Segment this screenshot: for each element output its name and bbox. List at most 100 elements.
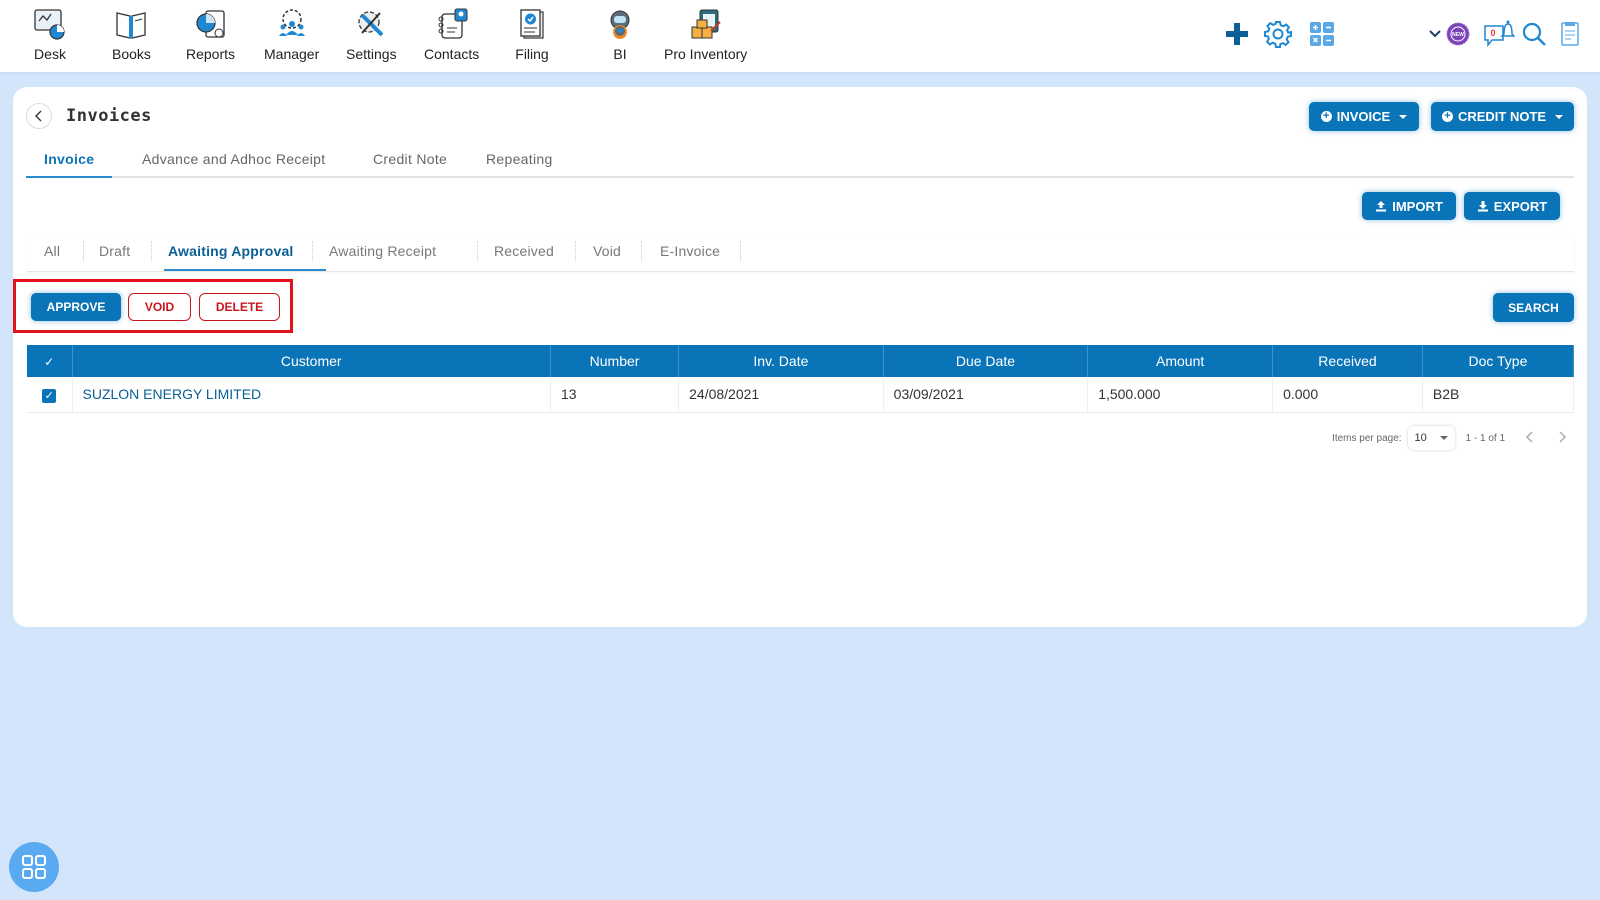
gear-icon[interactable] [1264,20,1292,48]
nav-bi[interactable]: BI [602,6,638,62]
plus-icon[interactable] [1223,20,1251,48]
document-icon[interactable] [1556,20,1584,48]
tab-separator [641,241,642,261]
inv-date-cell: 24/08/2021 [678,377,884,413]
button-label: EXPORT [1493,198,1548,214]
search-button[interactable]: SEARCH [1493,293,1574,322]
row-checkbox[interactable]: ✓ [42,388,57,403]
approve-button[interactable]: APPROVE [31,293,121,321]
filing-icon [514,6,550,42]
column-header-number[interactable]: Number [550,345,680,377]
tab-separator [575,241,576,261]
svg-text:NEW: NEW [1452,32,1464,38]
select-all-header: ✓ [27,345,73,377]
doc-type-cell: B2B [1422,377,1575,413]
nav-pro-inventory[interactable]: Pro Inventory [664,6,747,62]
page-range: 1 - 1 of 1 [1465,432,1505,444]
column-header-received[interactable]: Received [1272,345,1423,377]
chevron-left-icon [35,110,42,122]
tab-awaiting-receipt[interactable]: Awaiting Receipt [329,243,436,259]
nav-reports[interactable]: Reports [186,6,235,62]
previous-page-button[interactable] [1525,428,1535,449]
grid-icon [22,855,46,879]
tab-void[interactable]: Void [593,243,621,259]
nav-label: Pro Inventory [664,46,748,62]
apps-menu-button[interactable] [9,842,59,892]
top-navigation: Desk Books Reports Manager Settings Cont… [0,0,1600,72]
invoices-table: ✓ Customer Number Inv. Date Due Date Amo… [27,345,1575,413]
calculator-icon[interactable] [1308,20,1336,48]
void-button[interactable]: VOID [128,293,191,321]
tab-repeating[interactable]: Repeating [486,151,553,167]
search-icon[interactable] [1520,20,1548,48]
column-header-doc-type[interactable]: Doc Type [1422,345,1575,377]
chevron-right-icon [1559,430,1567,443]
button-label: IMPORT [1392,198,1443,214]
reports-icon [193,6,229,42]
tab-e-invoice[interactable]: E-Invoice [660,243,720,259]
select-all-checkbox[interactable]: ✓ [42,355,56,369]
bi-robot-icon [602,6,638,42]
column-header-inv-date[interactable]: Inv. Date [678,345,884,377]
number-cell: 13 [550,377,680,413]
items-per-page-select[interactable]: 10 [1408,426,1455,450]
nav-books[interactable]: Books [112,6,151,62]
nav-desk[interactable]: Desk [32,6,68,62]
tab-received[interactable]: Received [494,243,554,259]
nav-contacts[interactable]: Contacts [424,6,479,62]
upload-icon [1376,201,1387,212]
tab-separator [740,241,741,261]
nav-label: Manager [264,46,320,62]
items-per-page-label: Items per page: [1332,432,1402,444]
new-badge-icon[interactable]: NEW [1444,20,1472,48]
tab-advance-adhoc-receipt[interactable]: Advance and Adhoc Receipt [142,151,325,167]
export-button[interactable]: EXPORT [1464,192,1560,220]
amount-cell: 1,500.000 [1087,377,1274,413]
next-page-button[interactable] [1557,428,1567,449]
caret-down-icon [1555,114,1564,119]
tab-separator [312,241,313,261]
books-icon [113,6,149,42]
desk-icon [32,6,68,42]
nav-label: Contacts [424,46,480,62]
tab-draft[interactable]: Draft [99,243,130,259]
delete-button[interactable]: DELETE [199,293,280,321]
nav-filing[interactable]: Filing [514,6,550,62]
page-title: Invoices [66,106,152,126]
manager-icon [274,6,310,42]
settings-tools-icon [353,6,389,42]
button-label: CREDIT NOTE [1457,109,1547,124]
nav-manager[interactable]: Manager [264,6,319,62]
tab-all[interactable]: All [44,243,60,259]
nav-settings[interactable]: Settings [346,6,397,62]
notification-icon[interactable]: 0 [1482,20,1516,48]
table-row[interactable]: ✓ SUZLON ENERGY LIMITED 13 24/08/2021 03… [27,377,1575,413]
active-status-indicator [164,269,326,271]
active-tab-indicator [26,176,112,178]
new-invoice-button[interactable]: + INVOICE [1309,102,1419,131]
back-button[interactable] [26,103,52,129]
import-button[interactable]: IMPORT [1362,192,1456,220]
download-icon [1477,201,1488,212]
tab-credit-note[interactable]: Credit Note [373,151,447,167]
caret-down-icon [1439,436,1448,440]
paginator: Items per page: 10 1 - 1 of 1 [1332,426,1567,450]
button-label: INVOICE [1336,109,1391,124]
contacts-icon [434,6,470,42]
add-circle-icon: + [1320,111,1332,122]
column-header-due-date[interactable]: Due Date [883,345,1089,377]
column-header-customer[interactable]: Customer [72,345,551,377]
svg-text:0: 0 [1490,28,1495,38]
nav-label: Filing [515,46,549,62]
tab-awaiting-approval[interactable]: Awaiting Approval [168,243,294,259]
row-select-cell: ✓ [27,377,73,413]
new-credit-note-button[interactable]: + CREDIT NOTE [1431,102,1574,131]
tab-invoice[interactable]: Invoice [44,151,94,167]
customer-cell[interactable]: SUZLON ENERGY LIMITED [72,377,551,413]
received-cell: 0.000 [1272,377,1423,413]
tab-separator [477,241,478,261]
main-tabs: Invoice Advance and Adhoc Receipt Credit… [26,145,1574,178]
column-header-amount[interactable]: Amount [1087,345,1274,377]
status-tabs: All Draft Awaiting Approval Awaiting Rec… [27,237,1574,272]
chevron-left-icon [1525,430,1533,443]
